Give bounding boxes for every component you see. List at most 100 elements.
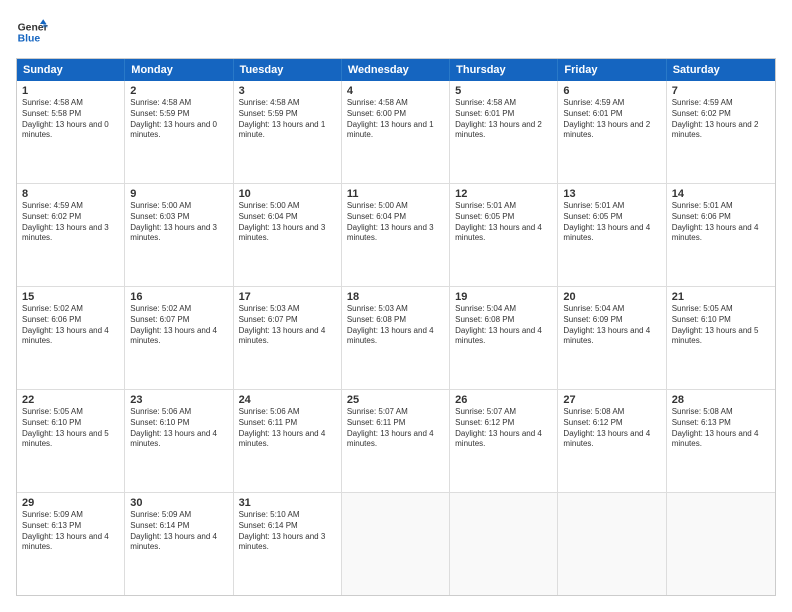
sunset-label: Sunset: 6:07 PM bbox=[239, 315, 298, 324]
cell-info: Sunrise: 5:03 AM Sunset: 6:08 PM Dayligh… bbox=[347, 304, 444, 347]
cell-info: Sunrise: 5:00 AM Sunset: 6:04 PM Dayligh… bbox=[239, 201, 336, 244]
daylight-label: Daylight: 13 hours and 1 minute. bbox=[347, 120, 434, 140]
cell-info: Sunrise: 5:00 AM Sunset: 6:04 PM Dayligh… bbox=[347, 201, 444, 244]
daylight-label: Daylight: 13 hours and 4 minutes. bbox=[455, 429, 542, 449]
sunset-label: Sunset: 6:01 PM bbox=[455, 109, 514, 118]
cell-info: Sunrise: 5:01 AM Sunset: 6:05 PM Dayligh… bbox=[563, 201, 660, 244]
cell-info: Sunrise: 4:59 AM Sunset: 6:02 PM Dayligh… bbox=[22, 201, 119, 244]
sunrise-label: Sunrise: 4:59 AM bbox=[563, 98, 624, 107]
col-sunday: Sunday bbox=[17, 59, 125, 81]
table-row: 9 Sunrise: 5:00 AM Sunset: 6:03 PM Dayli… bbox=[125, 184, 233, 286]
sunset-label: Sunset: 6:00 PM bbox=[347, 109, 406, 118]
sunset-label: Sunset: 6:12 PM bbox=[455, 418, 514, 427]
sunrise-label: Sunrise: 5:04 AM bbox=[455, 304, 516, 313]
sunrise-label: Sunrise: 4:58 AM bbox=[347, 98, 408, 107]
sunset-label: Sunset: 6:10 PM bbox=[672, 315, 731, 324]
day-number: 6 bbox=[563, 85, 660, 97]
sunrise-label: Sunrise: 5:08 AM bbox=[563, 407, 624, 416]
table-row: 27 Sunrise: 5:08 AM Sunset: 6:12 PM Dayl… bbox=[558, 390, 666, 492]
cell-info: Sunrise: 4:59 AM Sunset: 6:02 PM Dayligh… bbox=[672, 98, 770, 141]
svg-text:Blue: Blue bbox=[18, 34, 41, 45]
cell-info: Sunrise: 5:06 AM Sunset: 6:10 PM Dayligh… bbox=[130, 407, 227, 450]
table-row: 11 Sunrise: 5:00 AM Sunset: 6:04 PM Dayl… bbox=[342, 184, 450, 286]
sunrise-label: Sunrise: 5:02 AM bbox=[22, 304, 83, 313]
table-row: 7 Sunrise: 4:59 AM Sunset: 6:02 PM Dayli… bbox=[667, 81, 775, 183]
sunset-label: Sunset: 5:59 PM bbox=[239, 109, 298, 118]
sunset-label: Sunset: 6:13 PM bbox=[672, 418, 731, 427]
table-row: 16 Sunrise: 5:02 AM Sunset: 6:07 PM Dayl… bbox=[125, 287, 233, 389]
week-row-4: 29 Sunrise: 5:09 AM Sunset: 6:13 PM Dayl… bbox=[17, 492, 775, 595]
week-row-1: 8 Sunrise: 4:59 AM Sunset: 6:02 PM Dayli… bbox=[17, 183, 775, 286]
header: General Blue bbox=[16, 16, 776, 48]
day-number: 27 bbox=[563, 394, 660, 406]
sunset-label: Sunset: 6:04 PM bbox=[239, 212, 298, 221]
cell-info: Sunrise: 5:08 AM Sunset: 6:13 PM Dayligh… bbox=[672, 407, 770, 450]
day-number: 1 bbox=[22, 85, 119, 97]
sunrise-label: Sunrise: 4:58 AM bbox=[239, 98, 300, 107]
cell-info: Sunrise: 5:09 AM Sunset: 6:13 PM Dayligh… bbox=[22, 510, 119, 553]
table-row: 20 Sunrise: 5:04 AM Sunset: 6:09 PM Dayl… bbox=[558, 287, 666, 389]
sunrise-label: Sunrise: 5:10 AM bbox=[239, 510, 300, 519]
week-row-0: 1 Sunrise: 4:58 AM Sunset: 5:58 PM Dayli… bbox=[17, 81, 775, 183]
daylight-label: Daylight: 13 hours and 3 minutes. bbox=[239, 223, 326, 243]
daylight-label: Daylight: 13 hours and 4 minutes. bbox=[563, 223, 650, 243]
day-number: 17 bbox=[239, 291, 336, 303]
sunrise-label: Sunrise: 5:00 AM bbox=[130, 201, 191, 210]
cell-info: Sunrise: 5:02 AM Sunset: 6:06 PM Dayligh… bbox=[22, 304, 119, 347]
daylight-label: Daylight: 13 hours and 0 minutes. bbox=[22, 120, 109, 140]
day-number: 19 bbox=[455, 291, 552, 303]
sunset-label: Sunset: 6:02 PM bbox=[22, 212, 81, 221]
sunset-label: Sunset: 6:10 PM bbox=[130, 418, 189, 427]
sunset-label: Sunset: 6:06 PM bbox=[22, 315, 81, 324]
sunrise-label: Sunrise: 5:06 AM bbox=[130, 407, 191, 416]
sunset-label: Sunset: 6:05 PM bbox=[563, 212, 622, 221]
cell-info: Sunrise: 5:02 AM Sunset: 6:07 PM Dayligh… bbox=[130, 304, 227, 347]
col-tuesday: Tuesday bbox=[234, 59, 342, 81]
sunset-label: Sunset: 6:09 PM bbox=[563, 315, 622, 324]
sunset-label: Sunset: 6:06 PM bbox=[672, 212, 731, 221]
day-number: 22 bbox=[22, 394, 119, 406]
sunset-label: Sunset: 6:14 PM bbox=[239, 521, 298, 530]
sunrise-label: Sunrise: 5:00 AM bbox=[347, 201, 408, 210]
table-row: 6 Sunrise: 4:59 AM Sunset: 6:01 PM Dayli… bbox=[558, 81, 666, 183]
day-number: 14 bbox=[672, 188, 770, 200]
daylight-label: Daylight: 13 hours and 4 minutes. bbox=[563, 429, 650, 449]
day-number: 15 bbox=[22, 291, 119, 303]
col-wednesday: Wednesday bbox=[342, 59, 450, 81]
daylight-label: Daylight: 13 hours and 4 minutes. bbox=[455, 223, 542, 243]
col-thursday: Thursday bbox=[450, 59, 558, 81]
cell-info: Sunrise: 5:07 AM Sunset: 6:12 PM Dayligh… bbox=[455, 407, 552, 450]
sunset-label: Sunset: 6:13 PM bbox=[22, 521, 81, 530]
day-number: 12 bbox=[455, 188, 552, 200]
daylight-label: Daylight: 13 hours and 5 minutes. bbox=[22, 429, 109, 449]
daylight-label: Daylight: 13 hours and 5 minutes. bbox=[672, 326, 759, 346]
sunrise-label: Sunrise: 5:02 AM bbox=[130, 304, 191, 313]
svg-text:General: General bbox=[18, 22, 48, 33]
cell-info: Sunrise: 5:10 AM Sunset: 6:14 PM Dayligh… bbox=[239, 510, 336, 553]
daylight-label: Daylight: 13 hours and 4 minutes. bbox=[130, 532, 217, 552]
sunrise-label: Sunrise: 5:00 AM bbox=[239, 201, 300, 210]
col-friday: Friday bbox=[558, 59, 666, 81]
cell-info: Sunrise: 4:58 AM Sunset: 5:58 PM Dayligh… bbox=[22, 98, 119, 141]
daylight-label: Daylight: 13 hours and 4 minutes. bbox=[347, 429, 434, 449]
sunrise-label: Sunrise: 5:03 AM bbox=[239, 304, 300, 313]
cell-info: Sunrise: 5:03 AM Sunset: 6:07 PM Dayligh… bbox=[239, 304, 336, 347]
cell-info: Sunrise: 5:04 AM Sunset: 6:09 PM Dayligh… bbox=[563, 304, 660, 347]
sunrise-label: Sunrise: 5:03 AM bbox=[347, 304, 408, 313]
sunset-label: Sunset: 6:04 PM bbox=[347, 212, 406, 221]
table-row: 31 Sunrise: 5:10 AM Sunset: 6:14 PM Dayl… bbox=[234, 493, 342, 595]
logo-icon: General Blue bbox=[16, 16, 48, 48]
daylight-label: Daylight: 13 hours and 4 minutes. bbox=[672, 223, 759, 243]
day-number: 18 bbox=[347, 291, 444, 303]
table-row: 13 Sunrise: 5:01 AM Sunset: 6:05 PM Dayl… bbox=[558, 184, 666, 286]
sunset-label: Sunset: 6:02 PM bbox=[672, 109, 731, 118]
table-row: 2 Sunrise: 4:58 AM Sunset: 5:59 PM Dayli… bbox=[125, 81, 233, 183]
daylight-label: Daylight: 13 hours and 2 minutes. bbox=[672, 120, 759, 140]
table-row: 5 Sunrise: 4:58 AM Sunset: 6:01 PM Dayli… bbox=[450, 81, 558, 183]
table-row: 28 Sunrise: 5:08 AM Sunset: 6:13 PM Dayl… bbox=[667, 390, 775, 492]
daylight-label: Daylight: 13 hours and 0 minutes. bbox=[130, 120, 217, 140]
day-number: 25 bbox=[347, 394, 444, 406]
table-row: 21 Sunrise: 5:05 AM Sunset: 6:10 PM Dayl… bbox=[667, 287, 775, 389]
cell-info: Sunrise: 5:05 AM Sunset: 6:10 PM Dayligh… bbox=[672, 304, 770, 347]
table-row: 15 Sunrise: 5:02 AM Sunset: 6:06 PM Dayl… bbox=[17, 287, 125, 389]
